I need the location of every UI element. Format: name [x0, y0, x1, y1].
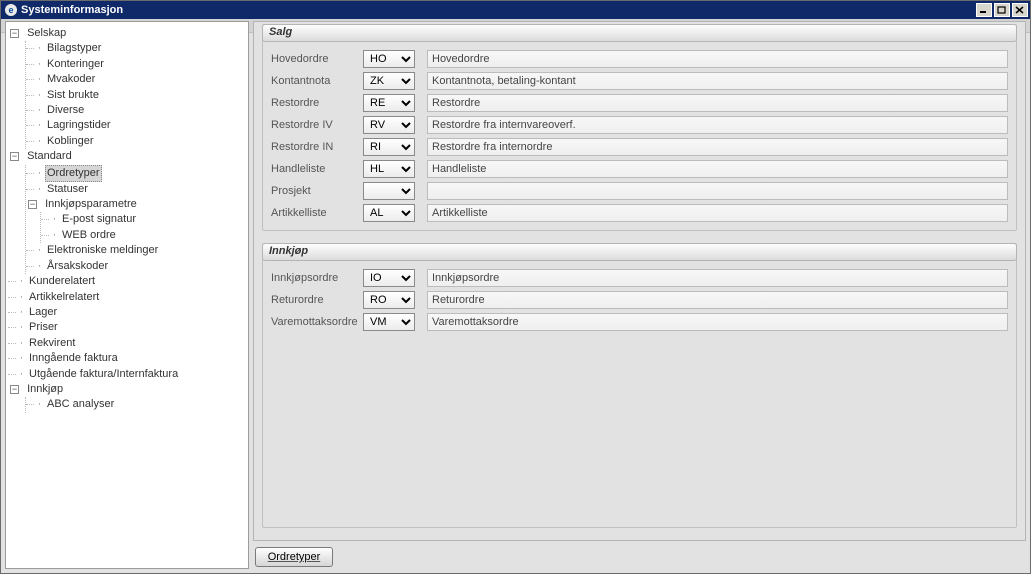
collapse-icon[interactable]: −	[10, 152, 19, 161]
form-row: Handleliste HL	[263, 158, 1016, 180]
tree-node[interactable]: ·Årsakskoder	[28, 259, 248, 274]
tree-node[interactable]: ·Sist brukte	[28, 88, 248, 103]
form-row: Artikkelliste AL	[263, 202, 1016, 224]
main-window: e Systeminformasjon SNO - 21.02.2013 − S…	[0, 0, 1031, 574]
field-label: Artikkelliste	[271, 207, 363, 219]
field-label: Varemottaksordre	[271, 316, 363, 328]
form-row: Innkjøpsordre IO	[263, 267, 1016, 289]
collapse-icon[interactable]: −	[10, 385, 19, 394]
code-select[interactable]: HL	[363, 160, 415, 178]
maximize-button[interactable]	[994, 3, 1010, 17]
tree-node[interactable]: ·Lager	[10, 305, 248, 320]
description-input[interactable]	[427, 94, 1008, 112]
app-icon: e	[5, 4, 17, 16]
description-input[interactable]	[427, 72, 1008, 90]
tree-node[interactable]: ·Statuser	[28, 182, 248, 197]
form-row: Hovedordre HO	[263, 48, 1016, 70]
tree-label[interactable]: Standard	[25, 149, 74, 164]
tree-node-ordretyper[interactable]: ·Ordretyper	[28, 165, 248, 182]
field-label: Handleliste	[271, 163, 363, 175]
tree-node[interactable]: ·Kunderelatert	[10, 274, 248, 289]
field-label: Prosjekt	[271, 185, 363, 197]
ordretyper-button[interactable]: Ordretyper	[255, 547, 333, 567]
tree-node[interactable]: ·Koblinger	[28, 134, 248, 149]
field-label: Restordre	[271, 97, 363, 109]
tree-node[interactable]: ·Mvakoder	[28, 72, 248, 87]
minimize-icon	[979, 6, 989, 14]
collapse-icon[interactable]: −	[10, 29, 19, 38]
maximize-icon	[997, 6, 1007, 14]
tree-node-selskap[interactable]: − Selskap ·Bilagstyper ·Konteringer ·Mva…	[10, 26, 248, 149]
minimize-button[interactable]	[976, 3, 992, 17]
tree-node[interactable]: ·Artikkelrelatert	[10, 290, 248, 305]
tree-node[interactable]: ·Elektroniske meldinger	[28, 243, 248, 258]
tree-node-innkjop[interactable]: − Innkjøp ·ABC analyser	[10, 382, 248, 413]
form-panel: Salg Hovedordre HO Kontantnota ZK Restor…	[253, 21, 1026, 541]
form-row: Restordre RE	[263, 92, 1016, 114]
code-select[interactable]: AL	[363, 204, 415, 222]
description-input[interactable]	[427, 291, 1008, 309]
tree-node-innkjopsparametre[interactable]: − Innkjøpsparametre ·E-post signatur ·WE…	[28, 197, 248, 243]
tree-node[interactable]: ·Priser	[10, 320, 248, 335]
field-label: Restordre IV	[271, 119, 363, 131]
tree-node[interactable]: ·Rekvirent	[10, 336, 248, 351]
code-select[interactable]	[363, 182, 415, 200]
code-select[interactable]: RO	[363, 291, 415, 309]
code-select[interactable]: RI	[363, 138, 415, 156]
section-salg: Salg Hovedordre HO Kontantnota ZK Restor…	[262, 24, 1017, 231]
description-input[interactable]	[427, 269, 1008, 287]
code-select[interactable]: IO	[363, 269, 415, 287]
form-row: Returordre RO	[263, 289, 1016, 311]
tree-node[interactable]: ·Lagringstider	[28, 118, 248, 133]
tree-node[interactable]: ·Bilagstyper	[28, 41, 248, 56]
code-select[interactable]: RE	[363, 94, 415, 112]
description-input[interactable]	[427, 138, 1008, 156]
field-label: Kontantnota	[271, 75, 363, 87]
titlebar: e Systeminformasjon	[1, 1, 1030, 19]
tree-node-standard[interactable]: − Standard ·Ordretyper ·Statuser − Innkj…	[10, 149, 248, 274]
description-input[interactable]	[427, 50, 1008, 68]
tree-node[interactable]: ·Konteringer	[28, 57, 248, 72]
tree-node[interactable]: ·ABC analyser	[28, 397, 248, 412]
description-input[interactable]	[427, 204, 1008, 222]
field-label: Innkjøpsordre	[271, 272, 363, 284]
code-select[interactable]: VM	[363, 313, 415, 331]
collapse-icon[interactable]: −	[28, 200, 37, 209]
tree-node[interactable]: ·Diverse	[28, 103, 248, 118]
tree-node[interactable]: ·Inngående faktura	[10, 351, 248, 366]
bottom-bar: Ordretyper	[253, 541, 1026, 569]
code-select[interactable]: ZK	[363, 72, 415, 90]
code-select[interactable]: HO	[363, 50, 415, 68]
field-label: Restordre IN	[271, 141, 363, 153]
description-input[interactable]	[427, 116, 1008, 134]
form-row: Varemottaksordre VM	[263, 311, 1016, 333]
description-input[interactable]	[427, 182, 1008, 200]
form-row: Restordre IV RV	[263, 114, 1016, 136]
form-row: Prosjekt	[263, 180, 1016, 202]
close-icon	[1015, 6, 1025, 14]
field-label: Returordre	[271, 294, 363, 306]
tree-node[interactable]: ·Utgående faktura/Internfaktura	[10, 367, 248, 382]
tree-node[interactable]: ·WEB ordre	[43, 228, 248, 243]
code-select[interactable]: RV	[363, 116, 415, 134]
navigation-tree[interactable]: − Selskap ·Bilagstyper ·Konteringer ·Mva…	[5, 21, 249, 569]
close-button[interactable]	[1012, 3, 1028, 17]
description-input[interactable]	[427, 313, 1008, 331]
field-label: Hovedordre	[271, 53, 363, 65]
tree-label[interactable]: Selskap	[25, 26, 68, 41]
section-title: Salg	[262, 24, 1017, 42]
form-row: Kontantnota ZK	[263, 70, 1016, 92]
section-title: Innkjøp	[262, 243, 1017, 261]
form-row: Restordre IN RI	[263, 136, 1016, 158]
description-input[interactable]	[427, 160, 1008, 178]
window-title: Systeminformasjon	[21, 4, 976, 16]
section-innkjop: Innkjøp Innkjøpsordre IO Returordre RO V…	[262, 243, 1017, 528]
tree-node[interactable]: ·E-post signatur	[43, 212, 248, 227]
